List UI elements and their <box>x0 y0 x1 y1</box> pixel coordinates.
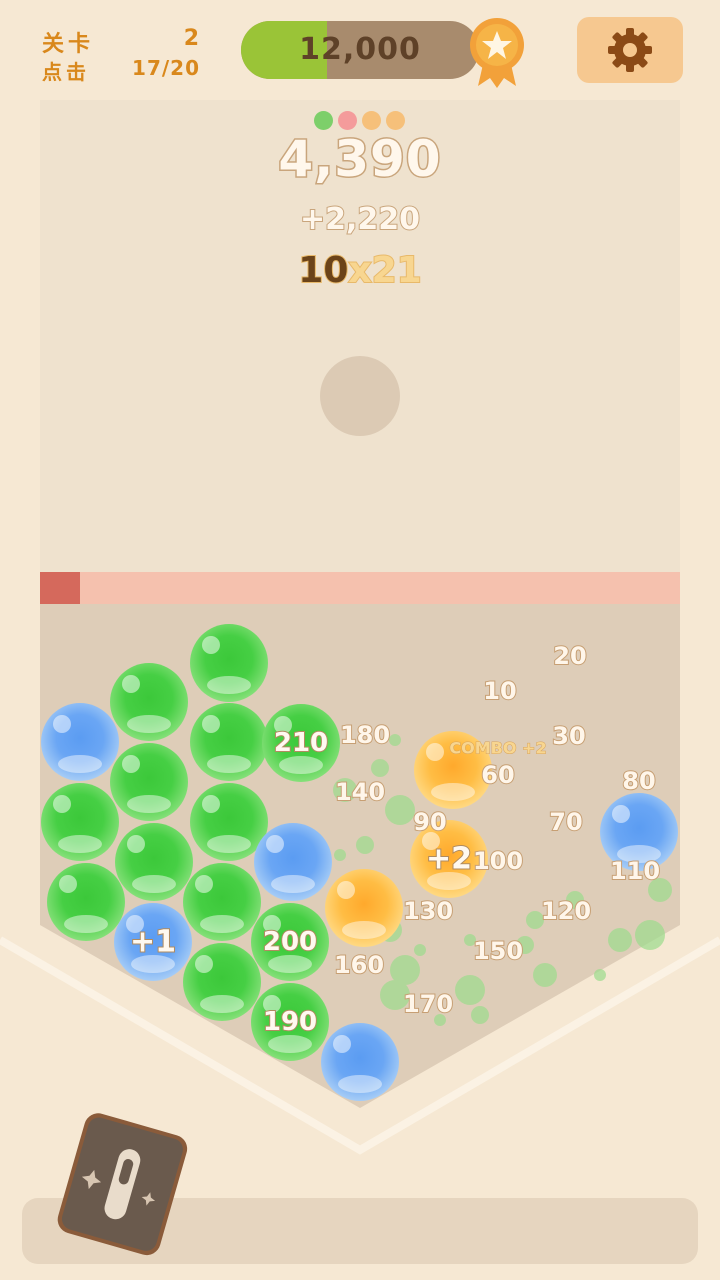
yellow-ball[interactable] <box>325 869 403 947</box>
floating-score: 60 <box>480 760 515 790</box>
particle <box>356 836 374 854</box>
green-ball[interactable] <box>183 863 261 941</box>
ball-value-label: +2 <box>425 841 473 878</box>
particle <box>389 734 401 746</box>
floating-score: 30 <box>551 721 586 751</box>
wand-card-icon[interactable] <box>52 1102 192 1262</box>
floating-score: 20 <box>552 641 587 671</box>
particle <box>608 928 632 952</box>
blue-ball[interactable] <box>321 1023 399 1101</box>
particle <box>414 944 426 956</box>
floating-score: 170 <box>402 989 454 1019</box>
green-ball[interactable] <box>190 624 268 702</box>
ball-value-label: +1 <box>129 924 177 961</box>
floating-score: 150 <box>472 936 524 966</box>
particle <box>594 969 606 981</box>
floating-score: 100 <box>472 846 524 876</box>
floating-score: 70 <box>548 807 583 837</box>
floating-score: 160 <box>333 950 385 980</box>
ball-value-label: 210 <box>273 727 329 759</box>
green-ball[interactable] <box>47 863 125 941</box>
floating-score: 10 <box>482 676 517 706</box>
combo-label: COMBO +2 <box>449 738 547 758</box>
green-ball[interactable] <box>110 743 188 821</box>
green-ball[interactable] <box>41 783 119 861</box>
floating-score: 90 <box>412 807 447 837</box>
green-ball[interactable] <box>190 703 268 781</box>
ball-value-label: 200 <box>262 926 318 958</box>
particle <box>334 849 346 861</box>
particle <box>455 975 485 1005</box>
particle <box>635 920 665 950</box>
floating-score: 130 <box>402 896 454 926</box>
green-ball[interactable] <box>115 823 193 901</box>
green-ball[interactable] <box>110 663 188 741</box>
floating-score: 140 <box>334 777 386 807</box>
particle <box>385 795 415 825</box>
floating-score: 110 <box>609 856 661 886</box>
floating-score: 120 <box>540 896 592 926</box>
particle <box>371 759 389 777</box>
particle <box>533 963 557 987</box>
particle <box>471 1006 489 1024</box>
green-ball[interactable] <box>183 943 261 1021</box>
floating-score: 180 <box>339 720 391 750</box>
floating-score: 80 <box>621 766 656 796</box>
ball-pit <box>0 604 720 1155</box>
blue-ball[interactable] <box>254 823 332 901</box>
blue-ball[interactable] <box>41 703 119 781</box>
ball-value-label: 190 <box>262 1006 318 1038</box>
